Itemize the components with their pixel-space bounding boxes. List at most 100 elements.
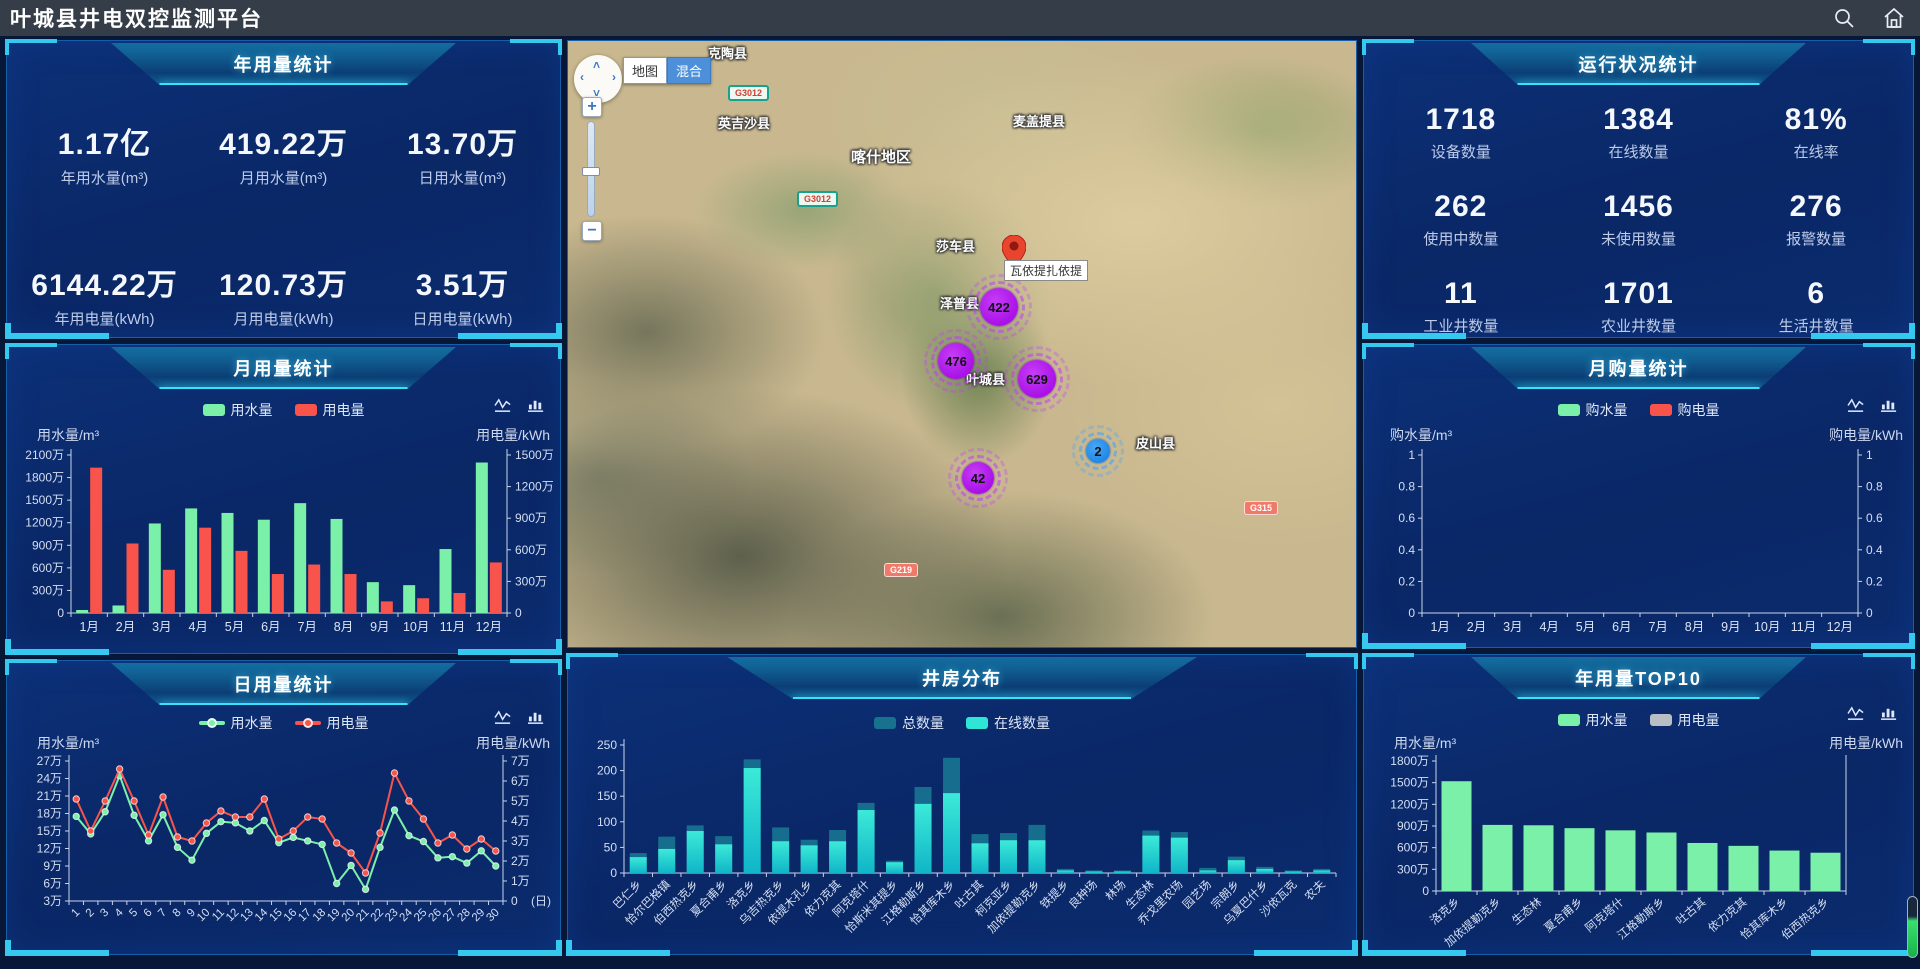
stat-value: 3.51万 xyxy=(373,260,552,304)
pan-left-icon[interactable]: ‹ xyxy=(580,70,584,84)
legend-item[interactable]: 用水量 xyxy=(1558,710,1628,730)
stat-item: 276报警数量 xyxy=(1727,190,1905,249)
svg-text:2: 2 xyxy=(84,907,97,920)
svg-text:3月: 3月 xyxy=(1503,620,1522,634)
legend-item[interactable]: 用电量 xyxy=(295,400,365,420)
chart-toggle-icons xyxy=(494,397,546,414)
line-chart-icon[interactable] xyxy=(494,397,513,414)
map-type-button-map[interactable]: 地图 xyxy=(623,57,667,84)
panel-top10: 年用量TOP10 用水量用电量 用水量/m³ 用电量/kWh 0300万600万… xyxy=(1363,654,1914,955)
panel-wells-distribution: 井房分布 总数量 在线数量 050100150200250巴仁乡恰尔巴格镇伯西热克… xyxy=(567,654,1357,955)
map-cluster-marker[interactable]: 629 xyxy=(1018,360,1056,398)
line-chart-icon[interactable] xyxy=(1847,397,1866,414)
map-panel[interactable]: 克陶县英吉沙县麦盖提县喀什地区莎车县泽普县叶城县皮山县G3012G3012G31… xyxy=(567,40,1357,648)
panel-title-wells: 井房分布 xyxy=(727,657,1197,699)
svg-text:2月: 2月 xyxy=(1467,620,1486,634)
svg-text:5月: 5月 xyxy=(225,620,244,634)
legend-item[interactable]: 购电量 xyxy=(1650,400,1720,420)
map-cluster-marker[interactable]: 42 xyxy=(962,462,994,494)
stat-label: 年用水量(m³) xyxy=(15,167,194,188)
status-stats-grid: 1718设备数量1384在线数量81%在线率262使用中数量1456未使用数量2… xyxy=(1372,103,1905,336)
stat-label: 日用电量(kWh) xyxy=(373,308,552,329)
legend-item[interactable]: 用电量 xyxy=(295,713,369,733)
legend-swatch xyxy=(295,404,317,416)
legend-item[interactable]: 总数量 xyxy=(874,713,944,733)
line-chart-icon[interactable] xyxy=(494,709,513,726)
map-place-label: 皮山县 xyxy=(1136,433,1175,452)
svg-text:10月: 10月 xyxy=(403,620,429,634)
road-badge: G219 xyxy=(884,563,918,577)
zoom-slider-handle[interactable] xyxy=(582,167,600,176)
map-cluster-marker[interactable]: 422 xyxy=(980,288,1018,326)
svg-text:吐古其: 吐古其 xyxy=(1673,895,1708,928)
stat-item: 1701农业井数量 xyxy=(1550,277,1728,336)
svg-text:0: 0 xyxy=(511,894,518,908)
monthly-usage-chart[interactable]: 0300万600万900万1200万1500万1800万2100万0300万60… xyxy=(13,445,556,650)
stat-item: 6生活井数量 xyxy=(1727,277,1905,336)
svg-text:1800万: 1800万 xyxy=(25,471,64,485)
map-cluster-marker[interactable]: 2 xyxy=(1086,439,1110,463)
svg-text:3月: 3月 xyxy=(152,620,171,634)
scrollbar-thumb[interactable] xyxy=(1907,896,1918,958)
bar-chart-icon[interactable] xyxy=(527,709,546,726)
stat-label: 月用电量(kWh) xyxy=(194,308,373,329)
panel-title-purchase: 月购量统计 xyxy=(1471,347,1806,389)
svg-text:15万: 15万 xyxy=(37,824,62,838)
svg-text:21万: 21万 xyxy=(37,789,62,803)
svg-text:30: 30 xyxy=(484,907,502,925)
zoom-in-button[interactable]: + xyxy=(582,97,602,117)
search-icon[interactable] xyxy=(1832,6,1856,30)
bar-chart-icon[interactable] xyxy=(527,397,546,414)
svg-text:1500万: 1500万 xyxy=(515,448,554,462)
svg-text:1月: 1月 xyxy=(79,620,98,634)
svg-text:1200万: 1200万 xyxy=(1390,797,1429,811)
panel-monthly-purchase: 月购量统计 购水量购电量 购水量/m³ 购电量/kWh 00.20.40.60.… xyxy=(1363,344,1914,648)
svg-text:24万: 24万 xyxy=(37,772,62,786)
map-cluster-marker[interactable]: 476 xyxy=(938,343,974,379)
map-place-label: 克陶县 xyxy=(708,43,747,62)
map-pan-rosette[interactable]: ˄ ˅ ‹ › xyxy=(574,55,622,103)
line-chart-icon[interactable] xyxy=(1847,705,1866,722)
svg-text:900万: 900万 xyxy=(32,538,64,552)
daily-usage-chart[interactable]: 3万6万9万12万15万18万21万24万27万01万2万3万4万5万6万7万(… xyxy=(13,753,556,955)
legend-item[interactable]: 购水量 xyxy=(1558,400,1628,420)
legend-label: 购水量 xyxy=(1586,400,1628,420)
monthly-purchase-chart[interactable]: 00.20.40.60.8100.20.40.60.811月2月3月4月5月6月… xyxy=(1370,445,1909,645)
monthly-legend: 用水量 用电量 xyxy=(7,400,560,420)
pan-right-icon[interactable]: › xyxy=(612,70,616,84)
svg-text:1: 1 xyxy=(1866,448,1873,462)
legend-label: 用电量 xyxy=(323,400,365,420)
svg-text:600万: 600万 xyxy=(515,543,547,557)
stat-label: 生活井数量 xyxy=(1727,315,1905,336)
svg-text:6月: 6月 xyxy=(1612,620,1631,634)
bar-chart-icon[interactable] xyxy=(1880,397,1899,414)
panel-title-annual: 年用量统计 xyxy=(111,43,456,85)
legend-item[interactable]: 用水量 xyxy=(203,400,273,420)
panel-monthly-usage: 月用量统计 用水量用电量 用水量/m³ 用电量/kWh 0300万600万900… xyxy=(6,344,561,654)
svg-text:7月: 7月 xyxy=(297,620,316,634)
stat-value: 1701 xyxy=(1550,277,1728,311)
map-place-label: 英吉沙县 xyxy=(718,113,770,132)
header-bar: 叶城县井电双控监测平台 xyxy=(0,0,1920,36)
svg-text:300万: 300万 xyxy=(1397,862,1429,876)
home-icon[interactable] xyxy=(1882,6,1906,30)
svg-text:8月: 8月 xyxy=(334,620,353,634)
stat-item: 1384在线数量 xyxy=(1550,103,1728,162)
panel-title-top10: 年用量TOP10 xyxy=(1471,657,1806,699)
stat-label: 日用水量(m³) xyxy=(373,167,552,188)
wells-distribution-chart[interactable]: 050100150200250巴仁乡恰尔巴格镇伯西热克乡夏合甫乡洛克乡乌吉热克乡… xyxy=(574,735,1352,950)
svg-text:7: 7 xyxy=(156,907,169,920)
legend-item[interactable]: 用水量 xyxy=(199,713,273,733)
svg-text:0: 0 xyxy=(1408,606,1415,620)
map-type-button-hybrid[interactable]: 混合 xyxy=(667,57,711,84)
svg-text:1万: 1万 xyxy=(511,874,530,888)
pan-up-icon[interactable]: ˄ xyxy=(593,58,600,72)
bar-chart-icon[interactable] xyxy=(1880,705,1899,722)
legend-item[interactable]: 在线数量 xyxy=(966,713,1050,733)
legend-swatch xyxy=(199,721,225,725)
legend-label: 用水量 xyxy=(231,400,273,420)
legend-item[interactable]: 用电量 xyxy=(1650,710,1720,730)
svg-text:900万: 900万 xyxy=(1397,819,1429,833)
zoom-out-button[interactable]: − xyxy=(582,221,602,241)
top10-chart[interactable]: 0300万600万900万1200万1500万1800万洛克乡加依提勒克乡生态林… xyxy=(1370,753,1909,956)
